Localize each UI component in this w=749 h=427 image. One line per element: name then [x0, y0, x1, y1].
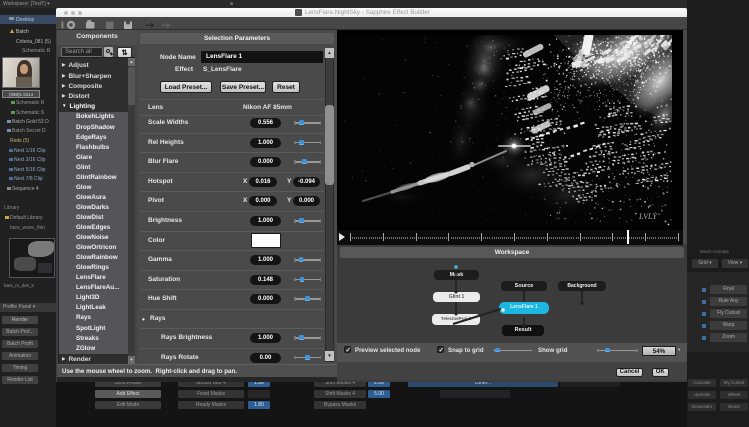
svg-text:LVLY: LVLY	[638, 212, 658, 221]
